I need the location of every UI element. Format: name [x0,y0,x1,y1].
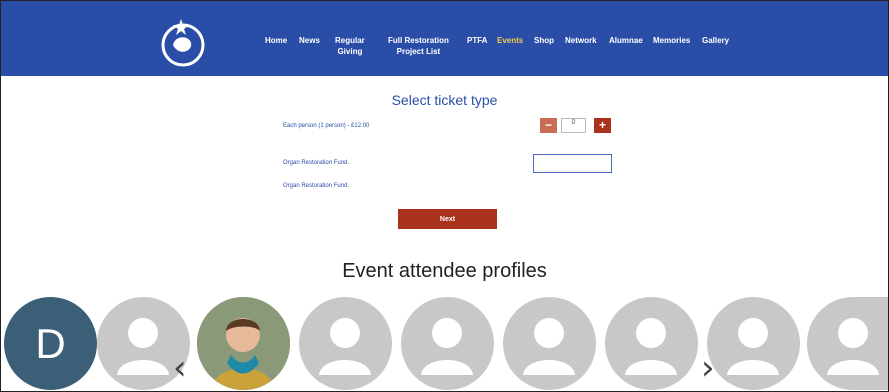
nav-home[interactable]: Home [265,35,287,46]
nav-news[interactable]: News [299,35,320,46]
person-placeholder-icon [523,318,575,375]
person-placeholder-icon [421,318,473,375]
nav-ptfa[interactable]: PTFA [467,35,487,46]
nav-regular-giving[interactable]: Regular Giving [335,35,365,57]
nav-shop[interactable]: Shop [534,35,554,46]
person-placeholder-icon [827,318,879,375]
nav-events[interactable]: Events [497,35,523,46]
select-ticket-type-heading: Select ticket type [391,92,498,108]
nav-network[interactable]: Network [565,35,597,46]
person-placeholder-icon [625,318,677,375]
school-logo-icon[interactable] [155,15,211,71]
increase-quantity-button[interactable]: + [594,118,611,133]
person-placeholder-icon [319,318,371,375]
attendee-avatar-placeholder[interactable] [807,297,888,390]
attendee-avatar-placeholder[interactable] [401,297,494,390]
organ-fund-label-secondary: Organ Restoration Fund. [283,183,350,189]
top-navigation-bar: Home News Regular Giving Full Restoratio… [1,1,888,76]
nav-full-restoration-project-list[interactable]: Full Restoration Project List [388,35,449,57]
nav-memories[interactable]: Memories [653,35,690,46]
next-button[interactable]: Next [398,209,497,229]
clipped-heading-strip [1,76,888,86]
nav-gallery[interactable]: Gallery [702,35,729,46]
organ-fund-amount-input[interactable] [533,154,612,173]
attendee-avatar-initial[interactable]: D [4,297,97,390]
event-attendee-profiles-heading: Event attendee profiles [342,260,547,282]
each-person-price-label: Each person (1 person) - £12.00 [283,123,370,129]
organ-fund-label: Organ Restoration Fund. [283,160,350,166]
attendee-avatar-photo[interactable] [197,297,290,390]
quantity-field[interactable]: 0 [561,118,586,133]
carousel-prev-arrow-icon[interactable]: ‹ [173,351,187,385]
attendee-avatar-placeholder[interactable] [299,297,392,390]
attendee-avatar-placeholder[interactable] [503,297,596,390]
carousel-next-arrow-icon[interactable]: › [701,351,715,385]
attendee-avatar-placeholder[interactable] [605,297,698,390]
nav-alumnae[interactable]: Alumnae [609,35,643,46]
attendee-avatar-placeholder[interactable] [707,297,800,390]
person-placeholder-icon [727,318,779,375]
decrease-quantity-button[interactable]: − [540,118,557,133]
avatar-initial-letter: D [35,319,66,367]
attendee-photo-image [197,297,290,390]
